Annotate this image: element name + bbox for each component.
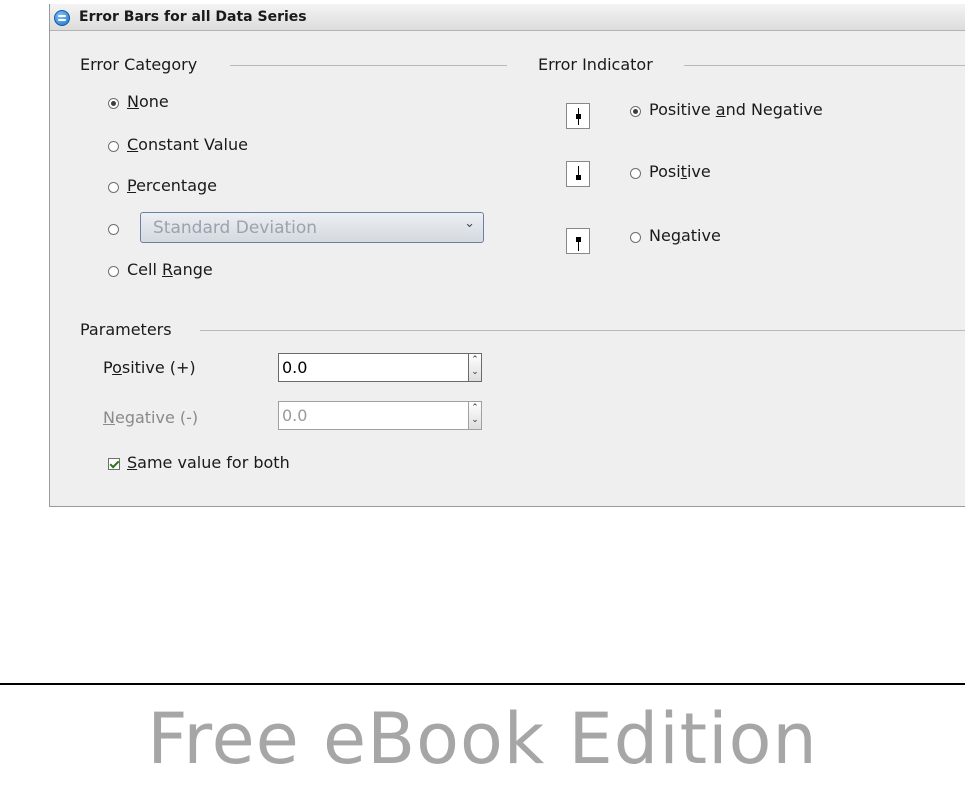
dialog-titlebar: Error Bars for all Data Series (50, 4, 965, 31)
category-percentage-label: Percentage (127, 176, 218, 195)
positive-spin-button[interactable]: ⌃ ⌄ (468, 353, 482, 382)
error-indicator-heading: Error Indicator (538, 55, 653, 74)
radio-negative[interactable] (630, 232, 641, 243)
radio-none[interactable] (108, 98, 119, 109)
positive-value-field[interactable]: 0.0 (278, 353, 468, 382)
error-category-rule (230, 65, 507, 66)
radio-positive[interactable] (630, 168, 641, 179)
radio-positive-negative[interactable] (630, 106, 641, 117)
function-select[interactable]: Standard Deviation ⌄ (140, 212, 484, 243)
category-cell-range-label: Cell Range (127, 260, 213, 279)
category-none-label: None (127, 92, 169, 111)
error-category-heading: Error Category (80, 55, 198, 74)
function-select-value: Standard Deviation (153, 218, 318, 238)
negative-value-field[interactable]: 0.0 (278, 401, 468, 430)
page-divider (0, 683, 965, 685)
parameters-heading: Parameters (80, 320, 172, 339)
negative-label: Negative (-) (103, 408, 199, 427)
error-bars-dialog: Error Bars for all Data Series Error Cat… (49, 4, 965, 507)
same-value-checkbox[interactable] (108, 458, 120, 470)
indicator-positive-label: Positive (649, 162, 711, 181)
error-indicator-rule (684, 65, 965, 66)
watermark: Free eBook Edition (147, 698, 818, 780)
positive-value: 0.0 (282, 358, 308, 377)
positive-indicator-icon (566, 161, 590, 187)
chevron-down-icon: ⌄ (464, 216, 475, 231)
indicator-both-label: Positive and Negative (649, 100, 823, 119)
dialog-title: Error Bars for all Data Series (79, 9, 307, 25)
parameters-rule (200, 330, 965, 331)
negative-spin-button[interactable]: ⌃ ⌄ (468, 401, 482, 430)
positive-negative-indicator-icon (566, 103, 590, 129)
negative-value: 0.0 (282, 406, 308, 425)
same-value-label: Same value for both (127, 453, 290, 472)
category-constant-label: Constant Value (127, 135, 248, 154)
radio-function[interactable] (108, 224, 119, 235)
positive-label: Positive (+) (103, 358, 196, 377)
negative-indicator-icon (566, 228, 590, 254)
indicator-negative-label: Negative (649, 226, 721, 245)
radio-constant[interactable] (108, 141, 119, 152)
radio-percentage[interactable] (108, 182, 119, 193)
radio-cell-range[interactable] (108, 266, 119, 277)
app-icon (54, 10, 70, 26)
